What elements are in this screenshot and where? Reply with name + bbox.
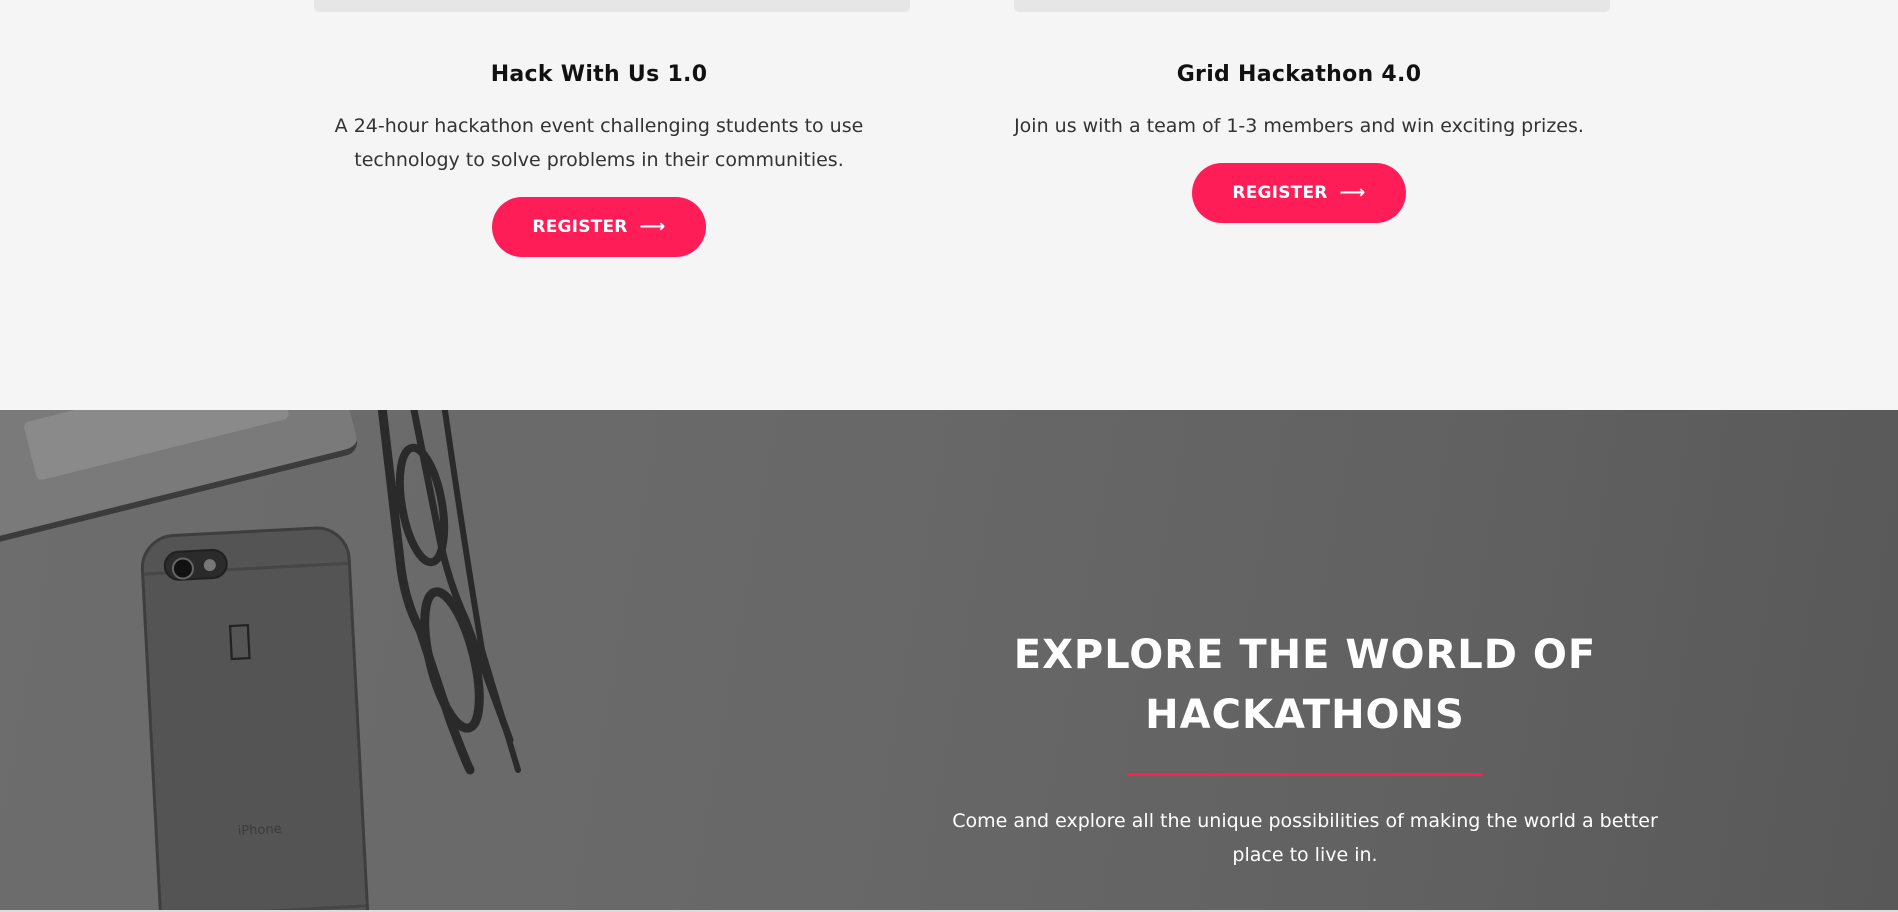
hero-subtext: Come and explore all the unique possibil…	[952, 810, 1658, 866]
events-section: Hack With Us 1.0 A 24-hour hackathon eve…	[0, 0, 1898, 410]
event-description: Join us with a team of 1-3 members and w…	[1014, 115, 1584, 137]
event-title: Hack With Us 1.0	[490, 62, 708, 87]
event-title: Grid Hackathon 4.0	[1176, 62, 1422, 87]
register-button[interactable]: REGISTER ⟶	[1192, 163, 1406, 223]
hero-content: EXPLORE THE WORLD OF HACKATHONS Come and…	[940, 625, 1670, 872]
register-button[interactable]: REGISTER ⟶	[492, 197, 706, 257]
event-card-grid-hackathon: Grid Hackathon 4.0 Join us with a team o…	[999, 60, 1599, 223]
hero-heading: EXPLORE THE WORLD OF HACKATHONS	[1013, 632, 1597, 738]
laptop-image	[0, 410, 361, 545]
phone-brand-text: iPhone	[237, 821, 283, 840]
arrow-right-icon: ⟶	[639, 216, 666, 237]
arrow-right-icon: ⟶	[1339, 182, 1366, 203]
register-button-label: REGISTER	[532, 217, 628, 237]
event-description: A 24-hour hackathon event challenging st…	[334, 115, 864, 171]
phone-image:  iPhone	[139, 524, 371, 910]
phone-camera	[163, 548, 229, 582]
hero-section:  iPhone EXPLORE THE WORLD OF HACKATHONS…	[0, 410, 1898, 910]
event-card-hack-with-us: Hack With Us 1.0 A 24-hour hackathon eve…	[299, 60, 899, 257]
apple-logo-icon: 	[227, 616, 265, 663]
register-button-label: REGISTER	[1232, 183, 1328, 203]
event-card-image-edge	[1014, 0, 1610, 12]
glasses-image	[377, 410, 521, 775]
event-card-image-edge	[314, 0, 910, 12]
heading-divider	[1127, 773, 1483, 776]
